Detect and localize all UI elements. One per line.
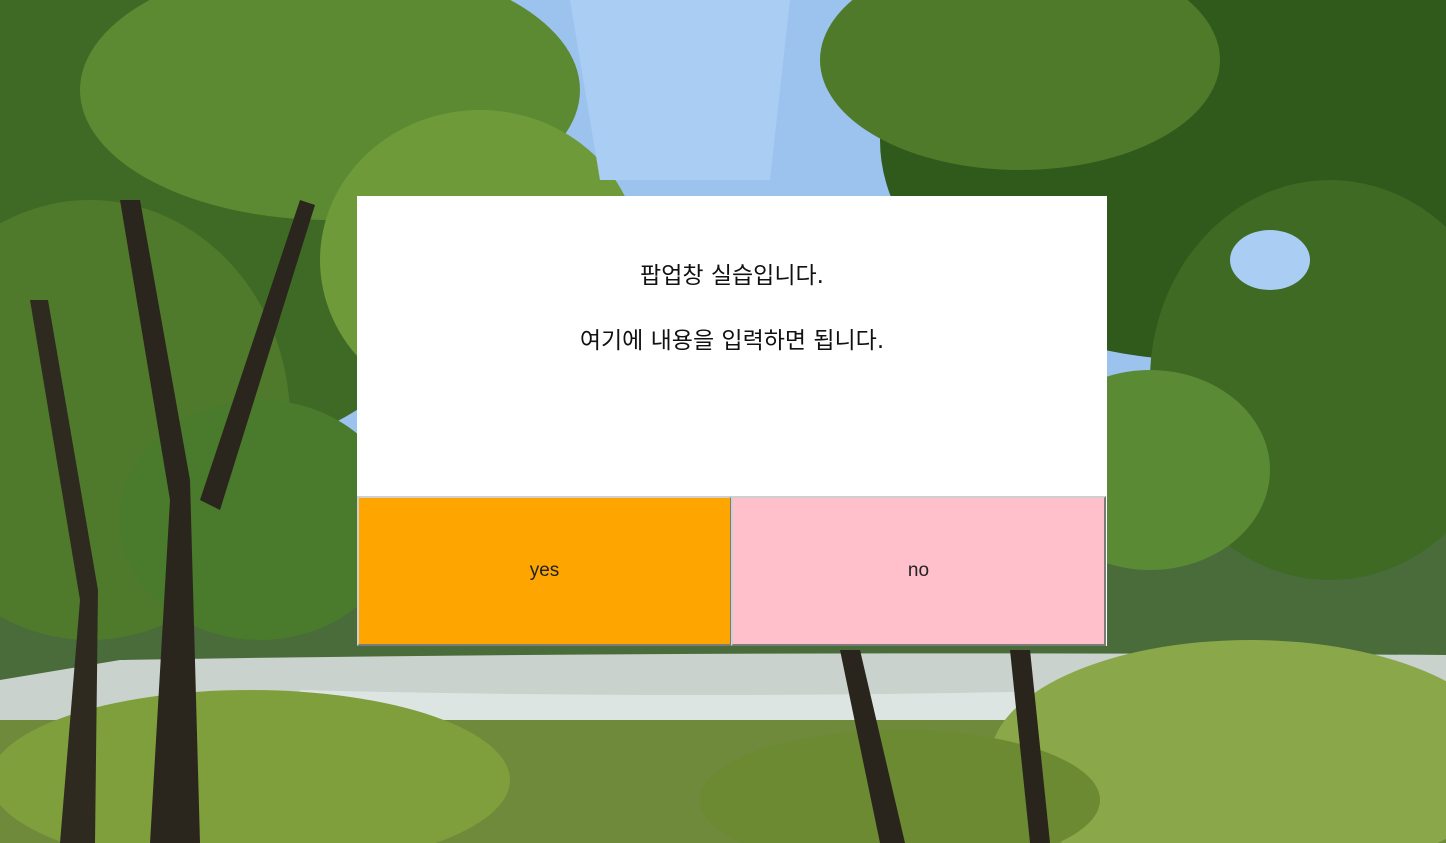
yes-button[interactable]: yes: [357, 496, 732, 646]
popup-dialog: 팝업창 실습입니다. 여기에 내용을 입력하면 됩니다. yes no: [357, 196, 1107, 646]
popup-message-line2: 여기에 내용을 입력하면 됩니다.: [579, 328, 885, 354]
popup-message: 팝업창 실습입니다. 여기에 내용을 입력하면 됩니다.: [357, 196, 1107, 496]
background-photo: 팝업창 실습입니다. 여기에 내용을 입력하면 됩니다. yes no: [0, 0, 1446, 843]
popup-message-line1: 팝업창 실습입니다.: [640, 263, 824, 289]
no-button[interactable]: no: [731, 496, 1106, 646]
